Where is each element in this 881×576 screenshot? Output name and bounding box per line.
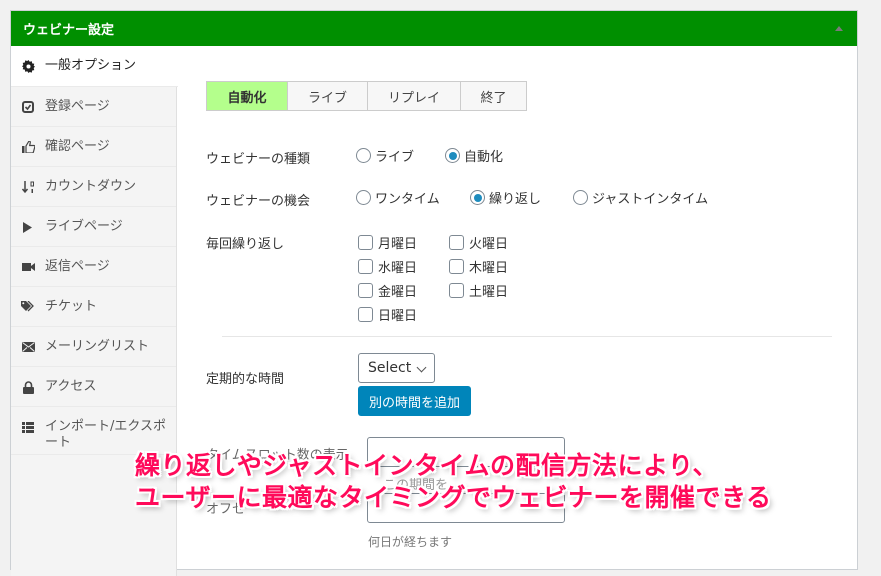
radio-circle[interactable] (356, 148, 371, 163)
gear-icon (21, 59, 35, 73)
checkbox-label: 月曜日 (378, 237, 418, 252)
sidebar-item-label: アクセス (45, 379, 97, 394)
checkbox-box[interactable] (358, 283, 373, 298)
checkbox-label: 火曜日 (469, 237, 509, 252)
checkbox-saturday[interactable]: 土曜日 (449, 281, 508, 300)
sidebar-item-mailing-list[interactable]: メーリングリスト (11, 327, 176, 367)
radio-circle[interactable] (445, 148, 460, 163)
check-square-icon (21, 100, 35, 114)
lock-icon (21, 380, 35, 394)
radio-label: 自動化 (464, 150, 504, 165)
checkbox-label: 土曜日 (469, 285, 509, 300)
panel-title: ウェビナー設定 (23, 23, 115, 38)
tab-live[interactable]: ライブ (287, 82, 367, 110)
video-camera-icon (21, 260, 35, 274)
sidebar-item-reply-page[interactable]: 返信ページ (11, 247, 176, 287)
tab-automated[interactable]: 自動化 (207, 82, 287, 110)
checkbox-wednesday[interactable]: 水曜日 (358, 257, 417, 276)
radio-type-live[interactable]: ライブ (356, 146, 414, 165)
select-value: Select (368, 360, 412, 376)
sidebar-item-label: カウントダウン (45, 179, 137, 194)
regular-time-label: 定期的な時間 (206, 372, 285, 387)
sidebar-item-label: インポート/エクスポート (45, 419, 166, 450)
days-hint: 何日が経ちます (368, 535, 453, 549)
sidebar-item-countdown[interactable]: カウントダウン (11, 167, 176, 207)
annotation-caption: 繰り返しやジャストインタイムの配信方法により、 ユーザーに最適なタイミングでウェ… (135, 450, 772, 514)
checkbox-box[interactable] (358, 259, 373, 274)
thumbs-up-icon (21, 140, 35, 154)
radio-type-automated[interactable]: 自動化 (445, 146, 503, 165)
regular-time-select[interactable]: Select (358, 353, 435, 383)
checkbox-thursday[interactable]: 木曜日 (449, 257, 508, 276)
checkbox-monday[interactable]: 月曜日 (358, 233, 417, 252)
sidebar-item-tickets[interactable]: チケット (11, 287, 176, 327)
section-divider (222, 336, 832, 337)
envelope-icon (21, 340, 35, 354)
radio-occasion-one-time[interactable]: ワンタイム (356, 188, 440, 207)
panel-header: ウェビナー設定 (11, 11, 857, 46)
checkbox-tuesday[interactable]: 火曜日 (449, 233, 508, 252)
caption-line-2: ユーザーに最適なタイミングでウェビナーを開催できる (135, 483, 772, 512)
list-icon (21, 420, 35, 434)
radio-label: ワンタイム (375, 192, 440, 207)
sidebar-item-label: 登録ページ (45, 99, 110, 114)
sidebar-item-live-page[interactable]: ライブページ (11, 207, 176, 247)
checkbox-box[interactable] (449, 259, 464, 274)
sidebar-item-import-export[interactable]: インポート/エクスポート (11, 407, 176, 455)
collapse-toggle-icon[interactable] (835, 26, 843, 31)
checkbox-box[interactable] (358, 307, 373, 322)
webinar-occasion-label: ウェビナーの機会 (206, 194, 311, 209)
sidebar-item-label: 確認ページ (45, 139, 110, 154)
radio-circle[interactable] (573, 190, 588, 205)
radio-circle[interactable] (470, 190, 485, 205)
webinar-type-label: ウェビナーの種類 (206, 152, 311, 167)
sort-numeric-icon (21, 180, 35, 194)
radio-label: ライブ (375, 150, 415, 165)
checkbox-label: 木曜日 (469, 261, 509, 276)
caption-line-1: 繰り返しやジャストインタイムの配信方法により、 (135, 451, 719, 480)
sidebar-item-confirmation-page[interactable]: 確認ページ (11, 127, 176, 167)
chevron-down-icon (416, 362, 427, 373)
checkbox-sunday[interactable]: 日曜日 (358, 305, 417, 324)
sidebar-item-access[interactable]: アクセス (11, 367, 176, 407)
checkbox-box[interactable] (449, 235, 464, 250)
mode-tabs: 自動化 ライブ リプレイ 終了 (206, 81, 527, 111)
tab-ended[interactable]: 終了 (460, 82, 526, 110)
checkbox-box[interactable] (358, 235, 373, 250)
radio-circle[interactable] (356, 190, 371, 205)
sidebar-item-registration-page[interactable]: 登録ページ (11, 87, 176, 127)
checkbox-friday[interactable]: 金曜日 (358, 281, 417, 300)
repeat-every-label: 毎回繰り返し (206, 237, 285, 252)
radio-occasion-recurring[interactable]: 繰り返し (470, 188, 541, 207)
radio-occasion-just-in-time[interactable]: ジャストインタイム (573, 188, 708, 207)
checkbox-label: 日曜日 (378, 309, 418, 324)
sidebar-item-general-options[interactable]: 一般オプション (11, 46, 178, 87)
add-another-time-button[interactable]: 別の時間を追加 (358, 386, 471, 416)
radio-label: 繰り返し (489, 192, 542, 207)
checkbox-box[interactable] (449, 283, 464, 298)
play-icon (21, 220, 35, 234)
tab-replay[interactable]: リプレイ (367, 82, 460, 110)
checkbox-label: 水曜日 (378, 261, 418, 276)
tags-icon (21, 300, 35, 314)
sidebar-item-label: チケット (45, 299, 98, 314)
sidebar-item-label: メーリングリスト (45, 339, 150, 354)
sidebar-item-label: ライブページ (45, 219, 123, 234)
radio-label: ジャストインタイム (592, 192, 709, 207)
checkbox-label: 金曜日 (378, 285, 418, 300)
sidebar-item-label: 返信ページ (45, 259, 110, 274)
sidebar-item-label: 一般オプション (45, 58, 137, 73)
